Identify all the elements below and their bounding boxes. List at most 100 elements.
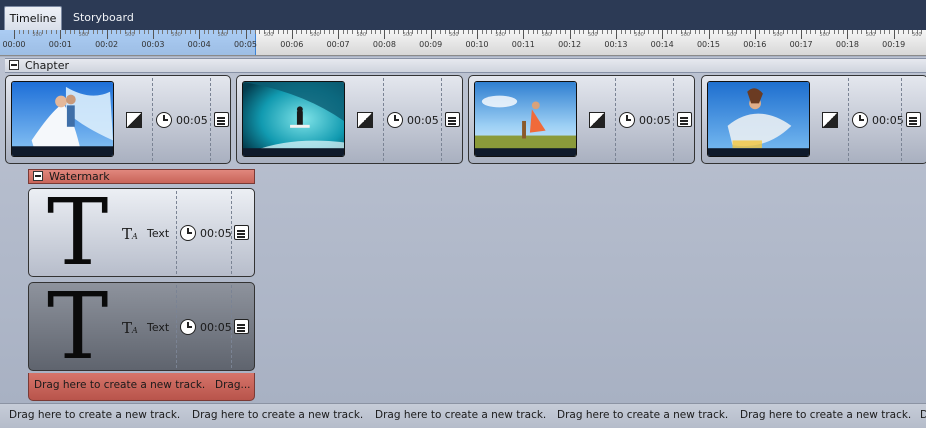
ruler-minor-tick	[88, 30, 90, 34]
ruler-minor-tick	[490, 30, 492, 34]
ruler-minor-tick	[606, 30, 608, 34]
ruler-minor-tick	[115, 30, 117, 34]
ruler-time-label: 00:03	[141, 40, 165, 49]
collapse-toggle-icon[interactable]	[33, 171, 43, 181]
thumbnail-surfer-wave	[242, 81, 345, 157]
clip-type-label: Text	[147, 227, 170, 240]
duration-clock-icon[interactable]	[156, 112, 172, 128]
ruler-minor-tick	[277, 30, 279, 34]
duration-clock-icon[interactable]	[180, 319, 196, 335]
clip-menu-icon[interactable]	[906, 112, 921, 127]
ruler-half-label: 500	[912, 32, 922, 38]
ruler-minor-tick	[347, 30, 349, 34]
chapter-clip-3[interactable]: 00:05	[468, 75, 695, 164]
ruler-minor-tick	[611, 30, 613, 34]
ruler-minor-tick	[74, 30, 76, 34]
chapter-header[interactable]: Chapter	[5, 58, 926, 73]
ruler-major-tick	[338, 30, 340, 39]
transition-icon[interactable]	[357, 112, 373, 128]
ruler-minor-tick	[55, 30, 57, 34]
chapter-clip-2[interactable]: 00:05	[236, 75, 463, 164]
ruler-minor-tick	[296, 30, 298, 34]
thumbnail-wedding-couple	[11, 81, 114, 157]
ruler-minor-tick	[287, 30, 289, 34]
ruler-half-label: 500	[402, 32, 413, 38]
ruler-major-tick	[430, 30, 432, 39]
clip-menu-icon[interactable]	[214, 112, 229, 127]
ruler-minor-tick	[467, 30, 469, 34]
collapse-toggle-icon[interactable]	[9, 60, 19, 70]
ruler-major-tick	[60, 30, 62, 39]
ruler-minor-tick	[805, 30, 807, 34]
text-tool-icon[interactable]: TA	[122, 319, 138, 337]
ruler-minor-tick	[509, 30, 511, 34]
chapter-clip-1[interactable]: 00:05	[5, 75, 231, 164]
ruler-minor-tick	[717, 30, 719, 34]
ruler-half-label: 500	[171, 32, 181, 38]
clip-menu-icon[interactable]	[445, 112, 460, 127]
ruler-minor-tick	[852, 30, 854, 34]
time-ruler[interactable]: 00:00 500 00:01 500 00:02 500 00:03 500 00:04 500…	[0, 30, 926, 56]
ruler-minor-tick	[884, 30, 886, 34]
ruler-major-tick	[14, 30, 15, 39]
tab-timeline[interactable]: Timeline	[4, 6, 62, 30]
drop-zone-label-short: Drag...	[215, 379, 251, 391]
duration-clock-icon[interactable]	[387, 112, 403, 128]
transition-icon[interactable]	[126, 112, 142, 128]
ruler-minor-tick	[185, 30, 187, 34]
ruler-minor-tick	[759, 30, 761, 34]
ruler-minor-tick	[236, 30, 238, 34]
ruler-minor-tick	[791, 30, 793, 34]
timeline-area[interactable]: Chapter 00:05 00:05 00:05 00:05 Watermar…	[0, 57, 926, 403]
transition-icon[interactable]	[822, 112, 838, 128]
ruler-minor-tick	[602, 30, 603, 34]
ruler-minor-tick	[389, 30, 391, 34]
text-preview-glyph: T	[47, 179, 109, 286]
duration-clock-icon[interactable]	[180, 225, 196, 241]
ruler-time-label: 00:11	[511, 40, 535, 49]
ruler-minor-tick	[833, 30, 835, 34]
ruler-half-label: 500	[449, 32, 459, 38]
clip-duration: 00:05	[639, 114, 671, 127]
watermark-text-clip-2[interactable]: T TA Text 00:05	[28, 281, 255, 373]
text-tool-icon[interactable]: TA	[122, 225, 138, 243]
clip-duration: 00:05	[200, 227, 232, 240]
watermark-text-clip-1[interactable]: T TA Text 00:05	[28, 179, 255, 286]
ruler-minor-tick	[101, 30, 103, 34]
ruler-minor-tick	[564, 30, 566, 34]
chapter-title: Chapter	[25, 59, 69, 72]
clip-menu-icon[interactable]	[234, 319, 249, 334]
ruler-half-label: 500	[819, 32, 830, 38]
watermark-new-track-drop-zone[interactable]: Drag here to create a new track. Drag...	[28, 373, 255, 401]
clip-duration: 00:05	[176, 114, 208, 127]
drop-zone-label: Drag here to create a new track.	[557, 409, 729, 421]
transition-icon[interactable]	[589, 112, 605, 128]
clip-menu-icon[interactable]	[234, 225, 249, 240]
ruler-half-label: 500	[124, 32, 135, 38]
ruler-minor-tick	[111, 30, 113, 34]
ruler-minor-tick	[139, 30, 140, 34]
ruler-half-label: 500	[541, 32, 552, 38]
ruler-minor-tick	[898, 30, 900, 34]
ruler-minor-tick	[157, 30, 159, 34]
duration-clock-icon[interactable]	[852, 112, 868, 128]
ruler-time-label: 00:12	[558, 40, 582, 49]
ruler-minor-tick	[259, 30, 261, 34]
ruler-minor-tick	[814, 30, 816, 34]
drop-zone-label: Drag here to create a new track.	[920, 409, 926, 421]
ruler-half-label: 500	[263, 32, 274, 38]
ruler-minor-tick	[856, 30, 858, 34]
tab-storyboard[interactable]: Storyboard	[64, 6, 143, 30]
ruler-major-tick	[477, 30, 478, 39]
clip-type-label: Text	[147, 321, 170, 334]
new-track-drop-strip[interactable]: Drag here to create a new track. Drag he…	[0, 403, 926, 428]
ruler-time-label: 00:09	[419, 40, 443, 49]
chapter-clip-4[interactable]: 00:05	[701, 75, 926, 164]
ruler-minor-tick	[398, 30, 400, 34]
duration-clock-icon[interactable]	[619, 112, 635, 128]
ruler-minor-tick	[796, 30, 798, 34]
ruler-minor-tick	[444, 30, 446, 34]
ruler-half-label: 500	[773, 32, 783, 38]
clip-menu-icon[interactable]	[677, 112, 692, 127]
ruler-minor-tick	[393, 30, 395, 34]
